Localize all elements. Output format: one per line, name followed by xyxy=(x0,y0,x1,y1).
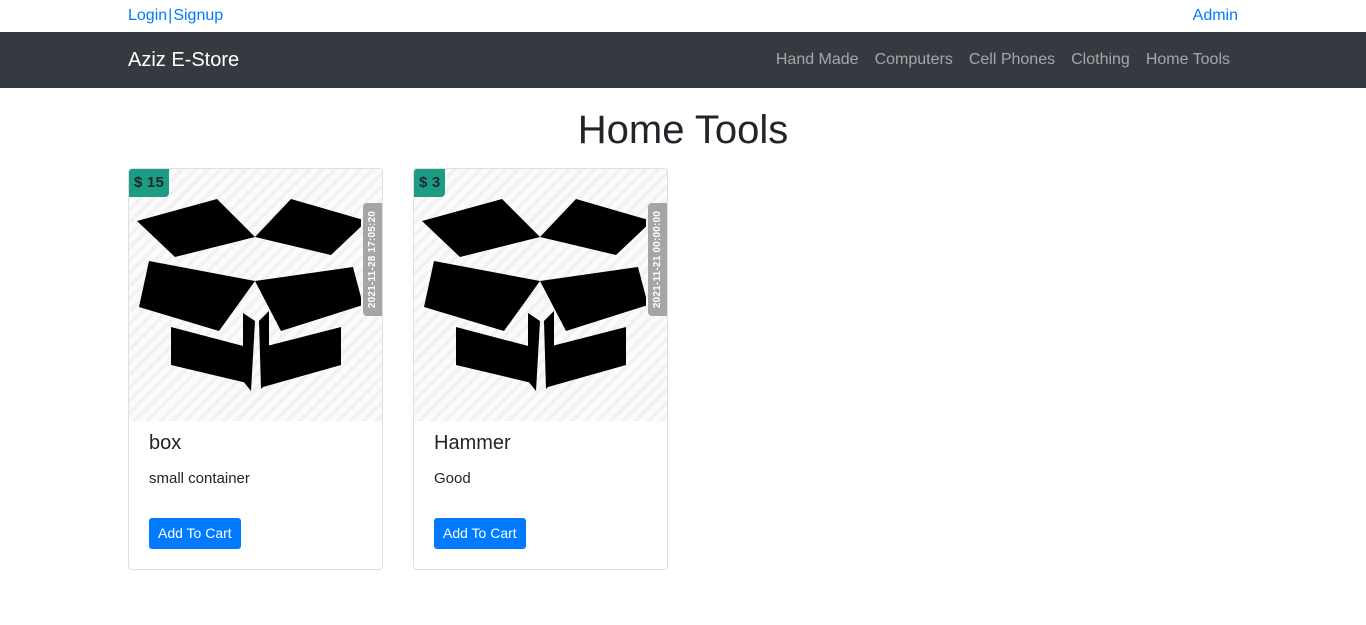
date-badge: 2021-11-28 17:05:20 xyxy=(363,203,382,316)
add-to-cart-button[interactable]: Add To Cart xyxy=(434,518,526,549)
page-title: Home Tools xyxy=(577,108,789,152)
price-badge: $ 3 xyxy=(414,169,446,197)
product-card: $ 15 2021-11-28 17:05:20 box small conta… xyxy=(128,168,383,570)
nav-link-cell-phones[interactable]: Cell Phones xyxy=(961,48,1063,72)
top-bar: Login | Signup Admin xyxy=(0,0,1366,32)
date-label: 2021-11-28 17:05:20 xyxy=(367,210,378,309)
product-description: Good xyxy=(434,470,471,487)
price-badge: $ 15 xyxy=(129,169,169,197)
admin-link[interactable]: Admin xyxy=(1193,7,1238,25)
auth-links: Login | Signup xyxy=(128,7,223,25)
open-box-icon xyxy=(422,199,646,391)
product-image[interactable]: $ 3 2021-11-21 00:00:00 xyxy=(414,169,667,421)
open-box-icon xyxy=(137,199,361,391)
product-card: $ 3 2021-11-21 00:00:00 Hammer Good Add … xyxy=(413,168,668,570)
add-to-cart-button[interactable]: Add To Cart xyxy=(149,518,241,549)
product-title: Hammer xyxy=(434,432,511,454)
auth-separator: | xyxy=(168,7,173,24)
brand-logo-text[interactable]: Aziz E-Store xyxy=(128,48,239,72)
product-grid: $ 15 2021-11-28 17:05:20 box small conta… xyxy=(128,168,668,570)
nav-link-home-tools[interactable]: Home Tools xyxy=(1138,48,1238,72)
product-image[interactable]: $ 15 2021-11-28 17:05:20 xyxy=(129,169,382,421)
product-title: box xyxy=(149,432,182,454)
product-description: small container xyxy=(149,470,250,487)
signup-link[interactable]: Signup xyxy=(173,7,223,25)
login-link[interactable]: Login xyxy=(128,7,167,25)
nav-link-clothing[interactable]: Clothing xyxy=(1063,48,1138,72)
date-label: 2021-11-21 00:00:00 xyxy=(652,210,663,309)
date-badge: 2021-11-21 00:00:00 xyxy=(648,203,667,316)
main-navbar: Aziz E-Store Hand Made Computers Cell Ph… xyxy=(0,32,1366,88)
nav-links: Hand Made Computers Cell Phones Clothing… xyxy=(768,32,1238,88)
nav-link-computers[interactable]: Computers xyxy=(867,48,961,72)
nav-link-hand-made[interactable]: Hand Made xyxy=(768,48,867,72)
